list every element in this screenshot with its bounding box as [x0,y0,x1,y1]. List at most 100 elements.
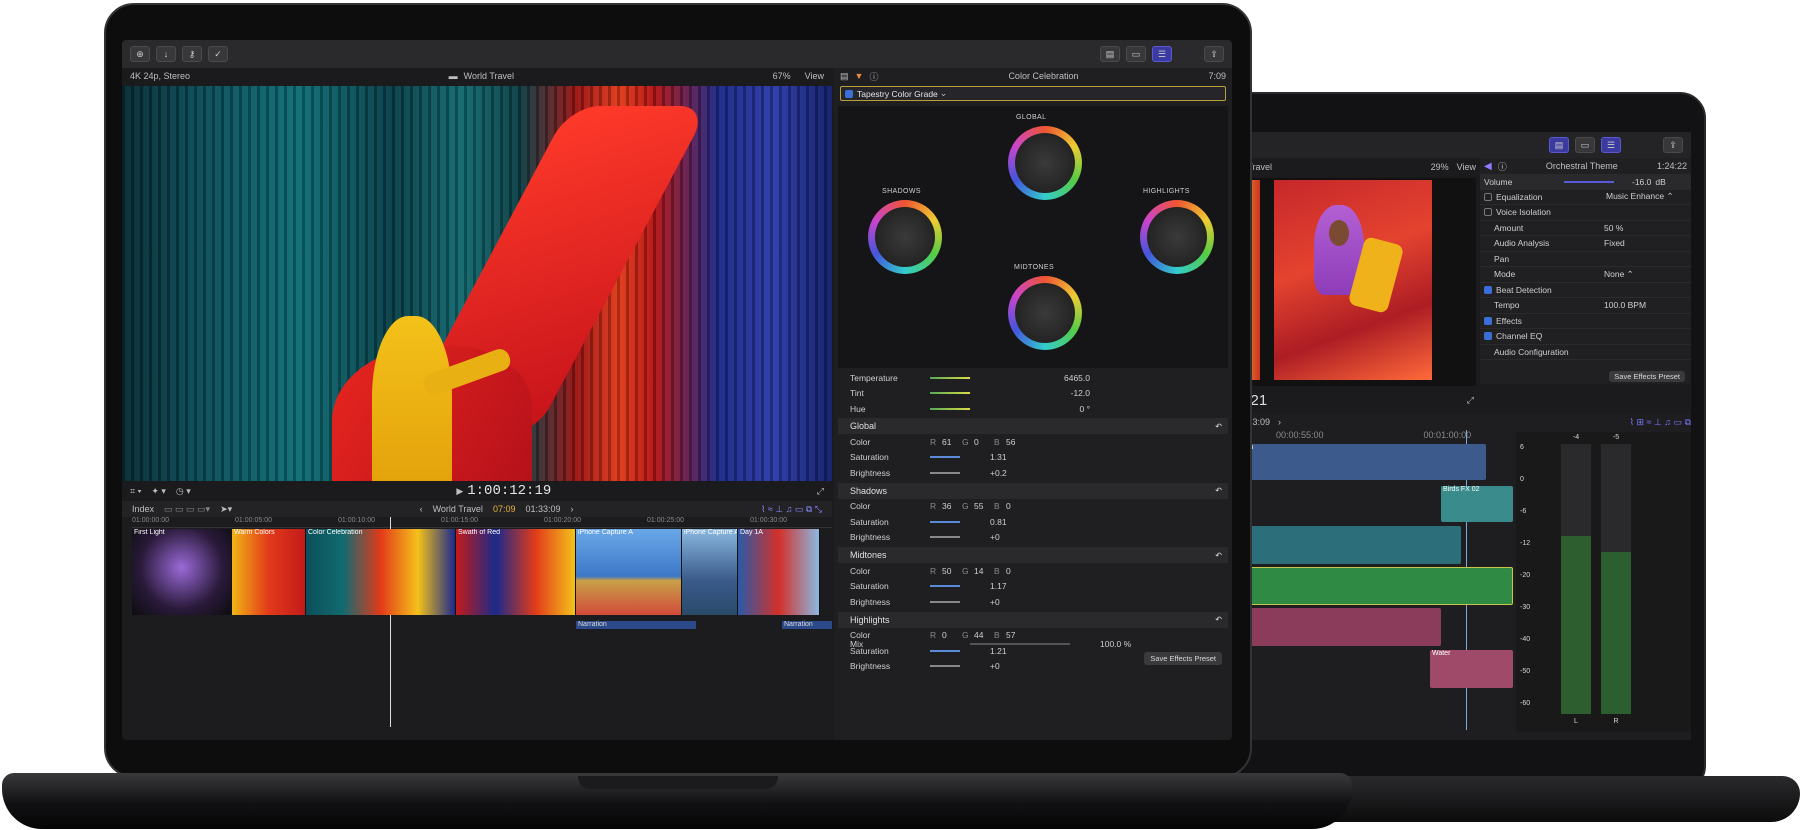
audio-setting-row[interactable]: Audio Analysis Fixed [1480,236,1691,252]
audio-setting-row[interactable]: Amount 50 % [1480,221,1691,236]
timeline-layout-button[interactable]: ▭ [1575,137,1595,153]
timeline-clip[interactable]: iPhone Capture A [682,529,738,615]
volume-value[interactable]: -16.0 [1632,177,1651,187]
audio-setting-checkbox[interactable] [1484,208,1492,217]
timeline-clip[interactable]: First Light [132,529,232,615]
audio-setting-checkbox[interactable] [1484,316,1492,325]
audio-clip-music[interactable] [1236,567,1513,605]
effect-enable-checkbox[interactable] [845,89,853,98]
b-value[interactable]: 0 [1006,566,1026,576]
viewer-zoom[interactable]: 67% [773,71,791,81]
inspector-layout-button[interactable]: ☰ [1601,137,1621,153]
brightness-slider[interactable] [930,536,960,539]
highlights-color-wheel[interactable] [1140,200,1214,274]
shadows-color-wheel[interactable] [868,200,942,274]
midtones-color-wheel[interactable] [1008,276,1082,350]
saturation-slider[interactable] [930,520,960,523]
effect-dropdown-label[interactable]: Tapestry Color Grade [857,89,938,99]
secondary-next-icon[interactable]: › [1278,417,1281,427]
info-icon[interactable]: ⓘ [1498,160,1507,173]
g-value[interactable]: 55 [974,501,994,511]
audio-setting-row[interactable]: Effects [1480,314,1691,329]
inspector-layout-button[interactable]: ☰ [1152,46,1172,62]
save-effects-preset-button[interactable]: Save Effects Preset [1144,652,1222,665]
r-value[interactable]: 50 [942,566,962,576]
transform-tool-icon[interactable]: ⌗ ▾ [130,486,141,497]
reset-icon[interactable]: ↶ [1215,615,1222,624]
param-slider[interactable] [930,376,970,379]
section-header[interactable]: Shadows ↶ [838,482,1228,499]
saturation-slider[interactable] [930,456,960,459]
timeline-clip[interactable]: Color Celebration [306,529,456,615]
section-header[interactable]: Midtones ↶ [838,547,1228,563]
audio-setting-row[interactable]: Equalization Music Enhance ⌃ [1480,190,1691,205]
index-button[interactable]: Index [132,504,154,514]
share-button[interactable]: ⇪ [1663,137,1683,153]
timeline-clip[interactable]: Warm Colors [232,529,306,615]
g-value[interactable]: 0 [974,437,994,447]
saturation-value[interactable]: 1.31 [990,452,1007,462]
reset-icon[interactable]: ↶ [1215,551,1222,560]
reset-icon[interactable]: ↶ [1215,486,1222,495]
audio-clip-ambience[interactable] [1236,526,1461,564]
secondary-view-menu[interactable]: View [1457,162,1476,172]
audio-setting-row[interactable]: Audio Configuration [1480,345,1691,360]
audio-clip-narration[interactable]: ation [1236,444,1486,480]
volume-slider[interactable] [1564,180,1614,183]
audio-clip-water[interactable]: Water [1430,650,1513,688]
param-value[interactable]: 6465.0 [1030,373,1090,383]
secondary-zoom[interactable]: 29% [1431,162,1449,172]
share-button[interactable]: ⇪ [1204,46,1224,62]
browser-layout-button[interactable]: ▤ [1549,137,1569,153]
color-inspector-icon[interactable]: ▼ [855,71,864,81]
background-tasks-button[interactable]: ✓ [208,46,228,62]
audio-setting-value[interactable]: 50 % [1604,223,1623,233]
effect-selector[interactable]: Tapestry Color Grade ⌄ [840,86,1226,101]
param-slider[interactable] [930,407,970,410]
audio-clip-sfx[interactable] [1236,608,1441,646]
keyword-button[interactable]: ⚷ [182,46,202,62]
saturation-value[interactable]: 0.81 [990,517,1007,527]
clip-appearance-icons[interactable]: ▭ ▭ ▭ ▭▾ [164,504,210,515]
fullscreen-icon[interactable]: ⤢ [817,486,824,497]
audio-setting-value[interactable]: Music Enhance ⌃ [1606,191,1674,202]
speed-tool-icon[interactable]: ◷ ▾ [176,486,191,497]
timeline-clip[interactable]: iPhone Capture A [576,529,682,615]
mix-value[interactable]: 100.0 % [1100,639,1131,649]
brightness-value[interactable]: +0.2 [990,468,1007,478]
reset-icon[interactable]: ↶ [1215,422,1222,431]
timeline-tools-icons[interactable]: ⌇ ≈ ⊥ ♫ ▭ ⧉ ⤡ [761,504,822,515]
param-value[interactable]: 0 ° [1030,404,1091,414]
saturation-value[interactable]: 1.17 [990,581,1007,591]
video-inspector-icon[interactable]: ▤ [840,71,849,82]
forward-icon[interactable]: › [571,504,574,514]
r-value[interactable]: 61 [942,437,962,447]
audio-setting-row[interactable]: Tempo 100.0 BPM [1480,298,1691,314]
viewer-view-menu[interactable]: View [805,71,824,81]
timeline-clip[interactable]: Day 1A [738,529,820,615]
info-icon[interactable]: ⓘ [869,70,878,83]
param-value[interactable]: -12.0 [1030,388,1090,398]
audio-setting-row[interactable]: Channel EQ [1480,329,1691,345]
narration-clip-1[interactable]: Narration [576,621,696,629]
brightness-value[interactable]: +0 [990,661,1000,671]
audio-setting-row[interactable]: Beat Detection [1480,283,1691,298]
back-icon[interactable]: ‹ [420,504,423,514]
mix-slider[interactable] [970,642,1070,645]
audio-setting-row[interactable]: Voice Isolation [1480,205,1691,221]
secondary-tl-tools[interactable]: ⌇ ⊞ ≈ ⊥ ♫ ▭ ⧉ [1630,417,1691,428]
param-slider[interactable] [930,392,970,395]
saturation-slider[interactable] [930,585,960,588]
r-value[interactable]: 36 [942,501,962,511]
audio-setting-row[interactable]: Pan [1480,252,1691,267]
audio-setting-checkbox[interactable] [1484,285,1492,294]
audio-setting-checkbox[interactable] [1484,192,1492,201]
audio-setting-value[interactable]: None ⌃ [1604,269,1634,280]
audio-setting-value[interactable]: 100.0 BPM [1604,300,1646,310]
section-header[interactable]: Global ↶ [838,418,1228,434]
enhance-tool-icon[interactable]: ✦ ▾ [151,486,166,497]
brightness-slider[interactable] [930,471,960,474]
timeline-clip[interactable]: Swath of Red [456,529,576,615]
audio-setting-checkbox[interactable] [1484,332,1492,341]
timeline-layout-button[interactable]: ▭ [1126,46,1146,62]
